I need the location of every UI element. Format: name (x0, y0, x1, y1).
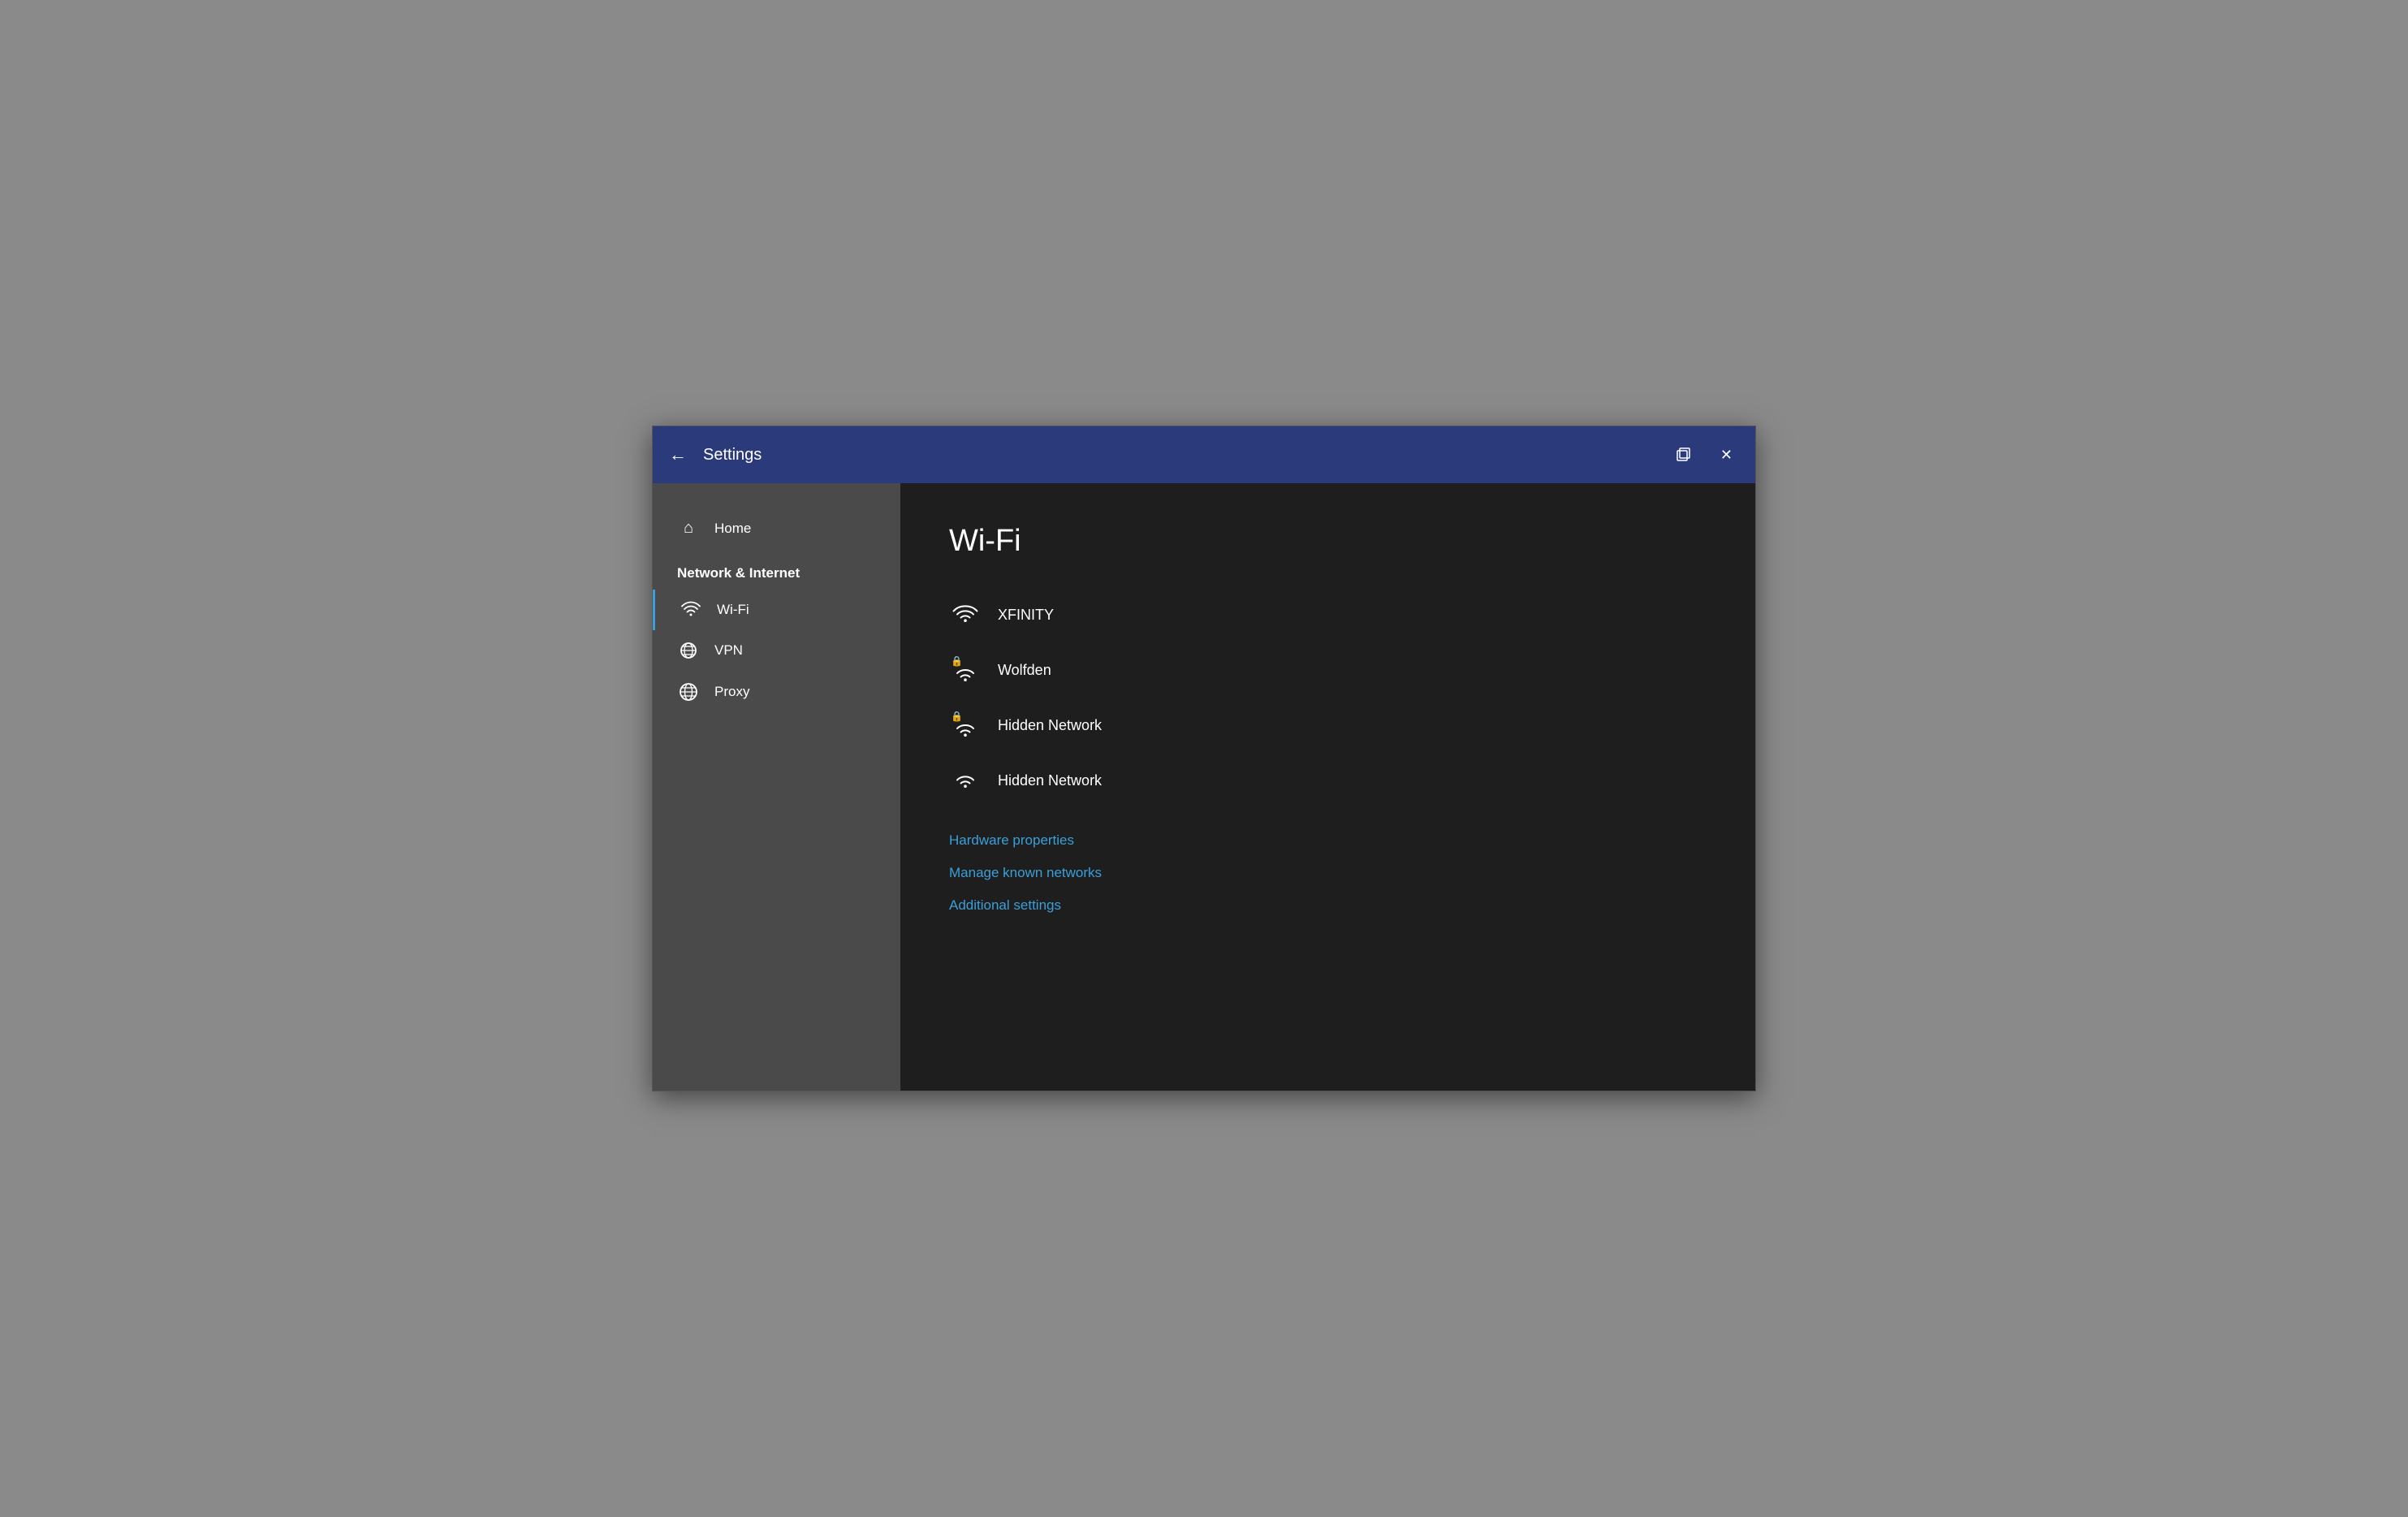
sidebar-wifi-label: Wi-Fi (717, 602, 749, 618)
sidebar-vpn-label: VPN (714, 642, 743, 659)
network-name-wolfden: Wolfden (998, 662, 1051, 679)
content-area: ⌂ Home Network & Internet Wi-Fi (653, 483, 1755, 1091)
restore-icon (1675, 447, 1691, 463)
page-title: Wi-Fi (949, 524, 1707, 559)
wifi-icon (680, 601, 702, 619)
restore-button[interactable] (1668, 443, 1698, 466)
settings-window: ← Settings ✕ ⌂ Home Network & Internet (652, 426, 1756, 1091)
sidebar-item-vpn[interactable]: VPN (653, 630, 900, 671)
manage-networks-link[interactable]: Manage known networks (949, 865, 1707, 881)
main-content: Wi-Fi XFINITY (900, 483, 1755, 1091)
lock-icon-hidden1: 🔒 (951, 711, 963, 722)
sidebar-item-proxy[interactable]: Proxy (653, 671, 900, 713)
network-list: XFINITY 🔒 Wolfden (949, 587, 1707, 808)
hardware-properties-link[interactable]: Hardware properties (949, 832, 1707, 849)
lock-icon-wolfden: 🔒 (951, 655, 963, 667)
additional-settings-link[interactable]: Additional settings (949, 897, 1707, 914)
network-internet-label: Network & Internet (677, 565, 800, 581)
network-name-xfinity: XFINITY (998, 607, 1054, 624)
titlebar: ← Settings ✕ (653, 426, 1755, 483)
sidebar-home-label: Home (714, 521, 751, 537)
links-section: Hardware properties Manage known network… (949, 832, 1707, 914)
network-name-hidden1: Hidden Network (998, 717, 1102, 734)
network-icon-hidden1: 🔒 (949, 711, 982, 740)
network-item-hidden2[interactable]: Hidden Network (949, 753, 1707, 808)
back-button[interactable]: ← (669, 444, 687, 465)
globe-icon (677, 682, 700, 702)
window-controls: ✕ (1668, 443, 1739, 467)
network-icon-wolfden: 🔒 (949, 655, 982, 685)
vpn-icon (677, 642, 700, 659)
sidebar: ⌂ Home Network & Internet Wi-Fi (653, 483, 900, 1091)
network-item-xfinity[interactable]: XFINITY (949, 587, 1707, 642)
network-name-hidden2: Hidden Network (998, 772, 1102, 789)
network-item-wolfden[interactable]: 🔒 Wolfden (949, 642, 1707, 698)
sidebar-proxy-label: Proxy (714, 684, 749, 700)
home-icon: ⌂ (677, 519, 700, 538)
network-icon-xfinity (949, 600, 982, 629)
sidebar-item-home[interactable]: ⌂ Home (653, 508, 900, 549)
sidebar-section-label: Network & Internet (653, 549, 900, 590)
network-item-hidden1[interactable]: 🔒 Hidden Network (949, 698, 1707, 753)
close-button[interactable]: ✕ (1714, 443, 1739, 467)
window-title: Settings (703, 446, 1668, 465)
network-icon-hidden2 (949, 766, 982, 795)
sidebar-item-wifi[interactable]: Wi-Fi (653, 590, 900, 630)
